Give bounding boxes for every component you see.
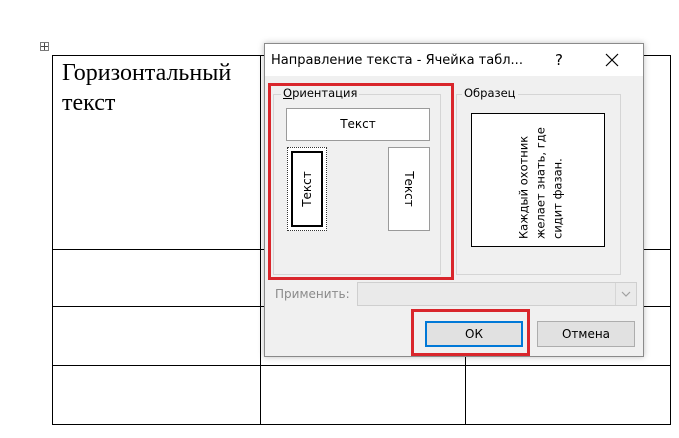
apply-to-dropdown[interactable] bbox=[357, 282, 637, 306]
table-cell-text[interactable]: Горизонтальный текст bbox=[62, 58, 262, 118]
cell-text-line: Горизонтальный bbox=[62, 60, 232, 86]
apply-to-label: Применить: bbox=[275, 287, 350, 301]
sample-text: Каждый охотник желает знать, где сидит ф… bbox=[516, 127, 565, 239]
table-border bbox=[644, 306, 671, 307]
table-border bbox=[52, 306, 265, 307]
dialog-titlebar[interactable]: Направление текста - Ячейка табл... ? bbox=[265, 44, 643, 76]
orientation-highlight-box bbox=[268, 83, 454, 280]
table-border bbox=[52, 55, 53, 425]
table-border bbox=[644, 249, 671, 250]
close-icon bbox=[605, 53, 619, 67]
table-border bbox=[52, 424, 671, 425]
close-button[interactable] bbox=[595, 47, 629, 73]
table-border bbox=[52, 55, 265, 56]
dialog-title: Направление текста - Ячейка табл... bbox=[271, 53, 523, 68]
table-border bbox=[644, 55, 671, 56]
table-border bbox=[52, 365, 671, 366]
table-move-handle-icon[interactable] bbox=[40, 42, 49, 51]
table-border bbox=[465, 356, 466, 425]
help-button[interactable]: ? bbox=[547, 49, 571, 71]
sample-label: Образец bbox=[462, 86, 518, 100]
cancel-button[interactable]: Отмена bbox=[537, 321, 635, 347]
dropdown-arrow[interactable] bbox=[615, 283, 636, 305]
cell-text-line: текст bbox=[62, 90, 116, 116]
ok-highlight-box bbox=[411, 309, 530, 356]
table-border bbox=[670, 55, 671, 425]
table-border bbox=[52, 249, 265, 250]
sample-preview: Каждый охотник желает знать, где сидит ф… bbox=[471, 113, 605, 247]
chevron-down-icon bbox=[621, 291, 631, 297]
